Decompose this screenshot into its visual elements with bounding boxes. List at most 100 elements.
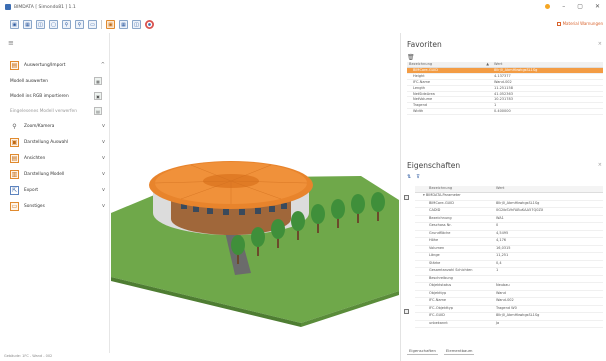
favoriten-table: Bezeichnung ▲ Wert BIMCore-GUID 8IIrj0_Abm… (407, 62, 603, 116)
sort-icon[interactable]: ▲ (486, 62, 489, 67)
folder-icon: ▭ (10, 201, 19, 211)
favoriten-close-icon[interactable]: × (598, 41, 602, 47)
section-darstellung-auswahl[interactable]: ▣ Darstellung Auswahl v (0, 134, 110, 150)
status-bar: Gebäude: 1FC - Wand - 002 (4, 354, 53, 358)
row-value: 0.400000 (494, 109, 511, 114)
row-name: Tragend (413, 103, 428, 108)
row-name: Gesamtanzahl Schichten (429, 268, 473, 272)
left-panel: ≡ ▤ Auswertung/Import ^ Modell auswerten… (0, 33, 110, 353)
table-row[interactable]: Länge 11,251 (415, 253, 603, 261)
row-name: BIMCore-GUID (413, 68, 438, 72)
window-title: BIMDATA [ Simondo81 ] 1.1 (14, 4, 76, 10)
chevron-down-icon: v (102, 203, 105, 209)
table-row[interactable]: Höhe 4,176 (415, 238, 603, 246)
open-icon[interactable]: ▣ (10, 20, 19, 29)
warning-label: Material Warnungen (562, 21, 603, 26)
row-value: Ja (496, 320, 500, 325)
row-name: unbekannt (429, 320, 448, 325)
eigenschaften-header: Bezeichnung Wert (415, 186, 603, 193)
box-icon[interactable]: ▣ (106, 20, 115, 29)
eigenschaften-tools: ⇅ ⊽ (407, 174, 420, 180)
discard-icon: ▤ (94, 107, 102, 115)
row-name: Bezeichnung (429, 215, 452, 220)
notification-icon[interactable] (545, 4, 551, 9)
section-label: Darstellung Auswahl (24, 139, 69, 145)
table-row[interactable]: IFC-Objekttyp Tragend W0 (415, 306, 603, 313)
3d-viewport[interactable] (111, 33, 399, 353)
table-row[interactable]: Gesamtanzahl Schichten 1 (415, 268, 603, 276)
col-wert[interactable]: Wert (492, 62, 603, 67)
table-row[interactable]: BIMCore-GUID 8IIrj0_AbmHbwkgsSL1Sg (415, 200, 603, 208)
row-value: 0 (496, 223, 499, 227)
table-row[interactable]: Geschoss Nr. 0 (415, 223, 603, 231)
zoom-area-icon[interactable]: ⚲ (75, 20, 84, 29)
material-warning[interactable]: Material Warnungen (556, 21, 603, 26)
maximize-button[interactable]: ▢ (577, 3, 583, 10)
table-row[interactable]: Grundfläche 4,5495 (415, 230, 603, 238)
plan-icon[interactable]: ▦ (119, 20, 128, 29)
row-name: BIMCore-GUID (429, 200, 454, 205)
section-label: Sonstiges (24, 203, 45, 209)
delete-icon[interactable]: 🗑 (407, 54, 415, 61)
table-row[interactable]: CADID 0G2ibSVhFABuKAA57Q0ZX (415, 208, 603, 216)
grid-icon[interactable]: ▦ (23, 20, 32, 29)
modell-auswerten[interactable]: Modell auswerten ▦ (0, 74, 110, 88)
row-name: IFC-Name (429, 298, 447, 302)
table-row[interactable]: Volumen 16,0315 (415, 245, 603, 253)
toolbar: ▣ ▦ ◫ ▢ ⚲ ⚲ ▭ ▣ ▦ ◫ Material Warnungen (0, 17, 606, 32)
window-controls: – ▢ ✕ (545, 3, 600, 10)
filter-icon[interactable]: ⊽ (416, 174, 420, 180)
row-value: Wand (496, 290, 506, 295)
modell-importieren[interactable]: Modell ins RGB importieren ▣ (0, 89, 110, 103)
row-name: Objekttyp (429, 290, 447, 295)
menu-icon[interactable]: ≡ (8, 39, 14, 47)
col-bezeichnung[interactable]: Bezeichnung (415, 186, 494, 192)
tab-elementbaum[interactable]: Elementbaum (443, 347, 475, 355)
section-ansichten[interactable]: ▤ Ansichten v (0, 150, 110, 166)
eigenschaften-close-icon[interactable]: × (598, 162, 602, 168)
table-row[interactable]: Bezeichnung WA1 (415, 215, 603, 223)
row-value: 0,4 (496, 260, 502, 265)
frame-icon[interactable]: ▭ (88, 20, 97, 29)
select-icon[interactable]: ▢ (49, 20, 58, 29)
table-row[interactable]: Stärke 0,4 (415, 260, 603, 268)
row-name: Stärke (429, 260, 441, 265)
table-row[interactable]: IFC-GUID 8IIrj0_AbmHbwkgsSL1Sg (415, 313, 603, 321)
group-row[interactable]: ▾ BIMDATA-Parameter (415, 193, 603, 201)
section-export[interactable]: ⇱ Export v (0, 182, 110, 198)
row-marker-icon (404, 195, 409, 200)
modell-verwerfen[interactable]: Eingelesenes Modell verwerfen ▤ (0, 104, 110, 118)
layout-icon[interactable]: ◫ (36, 20, 45, 29)
table-row[interactable]: Objektstatus Neubau (415, 283, 603, 291)
section-sonstiges[interactable]: ▭ Sonstiges v (0, 198, 110, 214)
tab-eigenschaften[interactable]: Eigenschaften (407, 347, 438, 355)
col-wert[interactable]: Wert (494, 186, 603, 192)
row-value: 4,176 (496, 238, 507, 242)
sort-icon[interactable]: ⇅ (407, 174, 411, 180)
table-row[interactable]: Width 0.400000 (407, 109, 603, 116)
zoom-icon[interactable]: ⚲ (62, 20, 71, 29)
table-row[interactable]: unbekannt Ja (415, 320, 603, 328)
chevron-down-icon: v (102, 123, 105, 129)
row-name: Grundfläche (429, 230, 451, 235)
row-value: 10.231783 (494, 97, 513, 102)
section-label: Auswertung/Import (24, 62, 66, 68)
section-zoom[interactable]: ⚲ Zoom/Kamera v (0, 118, 110, 134)
row-value: 16,0315 (496, 245, 511, 250)
bimdata-logo-icon[interactable] (145, 20, 154, 29)
col-bezeichnung[interactable]: Bezeichnung (409, 62, 432, 67)
table-row[interactable]: Beschreibung (415, 276, 603, 283)
section-auswertung[interactable]: ▤ Auswertung/Import ^ (0, 57, 110, 73)
section-darstellung-modell[interactable]: ▥ Darstellung Modell v (0, 166, 110, 182)
subitem-label: Eingelesenes Modell verwerfen (10, 108, 77, 114)
building-model[interactable] (111, 33, 399, 353)
section-icon[interactable]: ◫ (132, 20, 141, 29)
row-value: 8IIrj0_AbmHbwkgsSL1Sg (494, 68, 538, 72)
group-name: BIMDATA-Parameter (425, 193, 461, 197)
minimize-button[interactable]: – (562, 3, 565, 10)
table-row[interactable]: Objekttyp Wand (415, 290, 603, 298)
table-row[interactable]: IFC-Name Wand-002 (415, 298, 603, 306)
row-value: 1 (496, 268, 499, 272)
selection-icon: ▣ (10, 137, 19, 147)
close-button[interactable]: ✕ (595, 3, 600, 10)
